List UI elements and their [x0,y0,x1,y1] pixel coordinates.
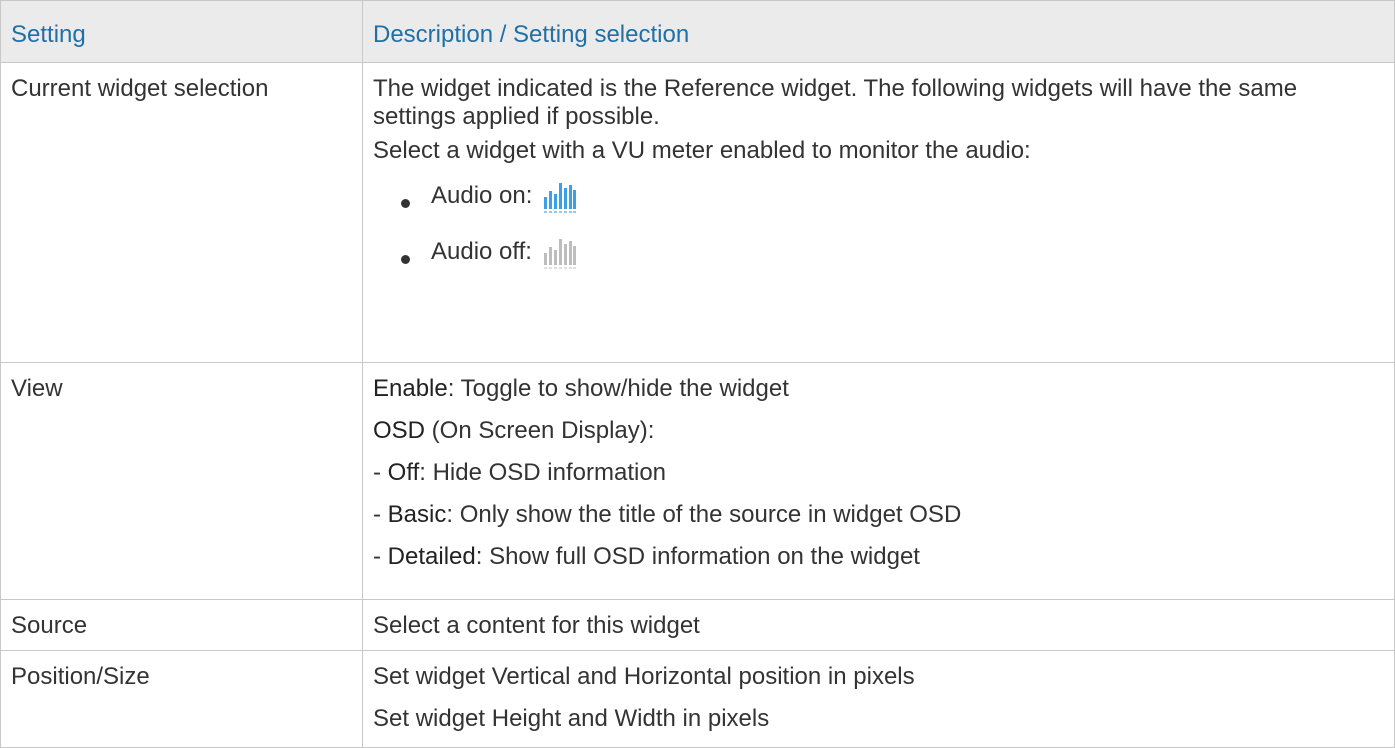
osd-off-description: - Off: Hide OSD information [373,459,1384,487]
audio-state-list: Audio on: Audio off: [373,171,1384,277]
vu-meter-icon [543,239,576,269]
osd-detailed-text: : Show full OSD information on the widge… [475,543,920,570]
list-item: Audio off: [373,227,1384,277]
audio-off-label: Audio off: [431,238,532,265]
table-row: Source Select a content for this widget [0,599,1395,651]
header-description: Description / Setting selection [362,0,1395,63]
setting-label-current-widget: Current widget selection [0,62,363,363]
setting-label-position: Position/Size [0,650,363,748]
osd-off-text: : Hide OSD information [419,459,667,486]
table-row: Current widget selection The widget indi… [0,62,1395,363]
setting-label-view: View [0,362,363,600]
header-setting: Setting [0,0,363,63]
osd-description: OSD (On Screen Display): [373,417,1384,445]
table-row: View Enable: Toggle to show/hide the wid… [0,362,1395,600]
audio-on-label: Audio on: [431,182,533,209]
reference-widget-text: The widget indicated is the Reference wi… [373,75,1298,130]
vu-meter-icon [544,183,577,213]
table-row: Position/Size Set widget Vertical and Ho… [0,650,1395,748]
osd-detailed-prefix: - [373,543,388,570]
osd-basic-text: : Only show the title of the source in w… [446,501,962,528]
osd-text: (On Screen Display): [425,417,655,444]
table-header-row: Setting Description / Setting selection [0,0,1395,63]
description-source: Select a content for this widget [362,599,1395,651]
osd-detailed-description: - Detailed: Show full OSD information on… [373,543,1384,571]
position-description: Set widget Vertical and Horizontal posit… [373,663,915,690]
list-item: Audio on: [373,171,1384,221]
osd-detailed-term: Detailed [387,543,476,570]
osd-off-prefix: - [373,459,388,486]
osd-basic-term: Basic [387,501,447,528]
size-description: Set widget Height and Width in pixels [373,705,770,732]
osd-basic-prefix: - [373,501,388,528]
enable-text: : Toggle to show/hide the widget [447,375,789,402]
enable-term: Enable [373,375,448,402]
description-current-widget: The widget indicated is the Reference wi… [362,62,1395,363]
setting-label-source: Source [0,599,363,651]
description-position: Set widget Vertical and Horizontal posit… [362,650,1395,748]
settings-table: Setting Description / Setting selection … [0,0,1395,748]
osd-basic-description: - Basic: Only show the title of the sour… [373,501,1384,529]
description-view: Enable: Toggle to show/hide the widget O… [362,362,1395,600]
osd-term: OSD [373,417,426,444]
osd-off-term: Off [387,459,420,486]
enable-description: Enable: Toggle to show/hide the widget [373,375,1384,403]
vu-meter-instruction: Select a widget with a VU meter enabled … [373,137,1031,164]
